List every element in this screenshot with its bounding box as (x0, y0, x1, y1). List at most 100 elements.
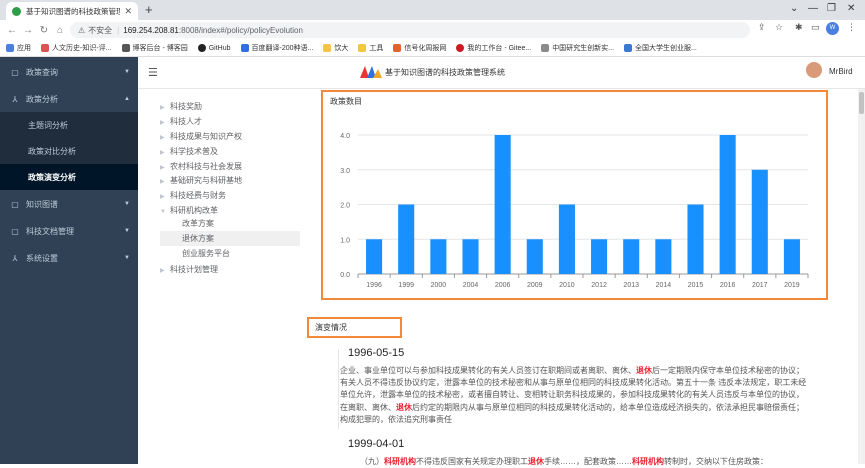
tree-node-expanded[interactable]: ▼ 科研机构改革 (160, 205, 218, 216)
doc-icon: ▢ (11, 67, 19, 77)
bookmarks-bar: 应用 人文历史-知识-评... 博客后台 - 博客园 GitHub 百度翻译-2… (0, 40, 865, 57)
warning-icon: ⚠ (78, 25, 86, 35)
restore-icon[interactable]: ❐ (827, 3, 836, 14)
apps-grid-icon (6, 44, 14, 52)
user-avatar[interactable] (806, 62, 822, 78)
url-input[interactable]: ⚠ 不安全 | 169.254.208.81:8008/index#/polic… (70, 22, 750, 38)
security-label: 不安全 (88, 25, 113, 35)
chevron-down-icon[interactable]: ⌄ (790, 3, 798, 14)
bar (655, 239, 672, 274)
bar (462, 239, 479, 274)
tree-node[interactable]: ▶ 科学技术普及 (160, 146, 218, 157)
sidebar: ▢ 政策查询 ▼ ⅄ 政策分析 ▲ 主题词分析 政策对比分析 政策演变分析 ▢ … (0, 57, 138, 464)
sidebar-item-doc-management[interactable]: ▢ 科技文档管理 ▼ (0, 218, 138, 244)
caret-down-icon: ▼ (124, 228, 130, 234)
bookmark-apps[interactable]: 应用 (6, 43, 31, 53)
bar (494, 135, 511, 274)
forward-icon[interactable]: → (20, 25, 36, 36)
bookmark-item[interactable]: 中国研究生创新实... (541, 43, 614, 53)
url-path: :8008/index#/policy/policyEvolution (178, 25, 303, 35)
network-icon: ⅄ (12, 253, 18, 263)
tree-node[interactable]: ▶ 科技成果与知识产权 (160, 131, 242, 142)
close-icon[interactable]: ✕ (124, 6, 132, 17)
tree-node[interactable]: ▶ 科技计划管理 (160, 264, 218, 275)
new-tab-icon[interactable]: + (145, 2, 153, 17)
tree-child-node[interactable]: 改革方案 (160, 216, 300, 231)
bookmark-item[interactable]: 人文历史-知识-评... (41, 43, 112, 53)
caret-right-icon: ▶ (160, 135, 165, 141)
sidebar-item-system-settings[interactable]: ⅄ 系统设置 ▼ (0, 245, 138, 271)
tree-node[interactable]: ▶ 农村科技与社会发展 (160, 161, 242, 172)
page-scrollbar-thumb[interactable] (859, 92, 864, 114)
evolution-label: 演变情况 (315, 323, 347, 332)
bookmark-item[interactable]: 饮大 (323, 43, 348, 53)
x-tick-label: 2019 (784, 282, 800, 289)
menu-toggle-icon[interactable]: ☰ (148, 66, 158, 79)
site-icon (541, 44, 550, 52)
bookmark-item[interactable]: 博客后台 - 博客园 (121, 43, 188, 53)
caret-right-icon: ▶ (160, 150, 165, 156)
x-tick-label: 2010 (559, 282, 575, 289)
x-tick-label: 2000 (431, 282, 447, 289)
tree-node[interactable]: ▶ 科技人才 (160, 116, 202, 127)
tree-node[interactable]: ▶ 科技经费与财务 (160, 190, 226, 201)
x-tick-label: 2012 (591, 282, 607, 289)
bookmark-item[interactable]: 工具 (358, 43, 383, 53)
more-icon[interactable]: ⋮ (847, 22, 856, 33)
bar (719, 135, 736, 274)
caret-up-icon: ▲ (124, 96, 130, 102)
bookmark-item[interactable]: 信号化周报网 (393, 43, 446, 53)
bookmark-item[interactable]: 我的工作台 - Gitee... (456, 43, 531, 53)
sidebar-subitem-evolution[interactable]: 政策演变分析 (0, 164, 138, 190)
bar (783, 239, 800, 274)
x-tick-label: 1999 (398, 282, 414, 289)
sidebar-item-knowledge-graph[interactable]: ▢ 知识图谱 ▼ (0, 191, 138, 217)
network-icon: ⅄ (12, 94, 18, 104)
highlight-keyword: 科研机构 (384, 457, 416, 466)
share-icon[interactable]: ⇪ (758, 22, 766, 33)
x-tick-label: 2015 (688, 282, 704, 289)
caret-down-icon: ▼ (124, 255, 130, 261)
caret-down-icon: ▼ (124, 69, 130, 75)
bar (751, 169, 768, 274)
tree-node[interactable]: ▶ 基础研究与科研基地 (160, 175, 242, 186)
bookmark-item[interactable]: 全国大学生创业服... (624, 43, 697, 53)
caret-right-icon: ▶ (160, 179, 165, 185)
star-icon[interactable]: ☆ (775, 22, 783, 33)
profile-avatar[interactable]: W (826, 22, 839, 35)
folder-icon (358, 44, 367, 52)
caret-down-icon: ▼ (124, 201, 130, 207)
page-scrollbar[interactable] (858, 89, 865, 464)
github-icon (197, 44, 206, 52)
home-icon[interactable]: ⌂ (52, 25, 68, 36)
tree-child-node[interactable]: 创业服务平台 (160, 246, 300, 261)
user-name[interactable]: MrBird (829, 67, 853, 76)
sidebar-item-policy-query[interactable]: ▢ 政策查询 ▼ (0, 59, 138, 85)
tree-child-node-selected[interactable]: 退休方案 (160, 231, 300, 246)
reload-icon[interactable]: ↻ (36, 25, 52, 36)
doc-icon: ▢ (11, 226, 19, 236)
extensions-icon[interactable]: ✱ (795, 22, 803, 33)
bookmark-item[interactable]: GitHub (197, 44, 231, 52)
highlight-keyword: 科研机构 (632, 457, 664, 466)
bar (366, 239, 383, 274)
caret-right-icon: ▶ (160, 105, 165, 111)
y-tick-label: 1.0 (340, 237, 350, 244)
sidebar-subitem-topic[interactable]: 主题词分析 (0, 112, 138, 138)
gitee-icon (456, 44, 465, 52)
sidebar-subitem-compare[interactable]: 政策对比分析 (0, 138, 138, 164)
blog-icon (121, 44, 130, 52)
minimize-icon[interactable]: — (808, 3, 818, 14)
sidebar-item-policy-analysis[interactable]: ⅄ 政策分析 ▲ (0, 86, 138, 112)
browser-tab[interactable]: 基于知识图谱的科技政策管理系 ✕ (6, 2, 138, 20)
y-tick-label: 2.0 (340, 203, 350, 210)
sidebar-panel-icon[interactable]: ▭ (811, 22, 820, 33)
bookmark-item[interactable]: 百度翻译-200种语... (240, 43, 313, 53)
back-icon[interactable]: ← (4, 25, 20, 36)
tree-node[interactable]: ▶ 科技奖励 (160, 101, 202, 112)
close-window-icon[interactable]: ✕ (847, 3, 855, 14)
entry-date: 1996-05-15 (348, 347, 405, 359)
x-tick-label: 2014 (656, 282, 672, 289)
bar (623, 239, 640, 274)
sidebar-item-label: 系统设置 (26, 253, 58, 263)
